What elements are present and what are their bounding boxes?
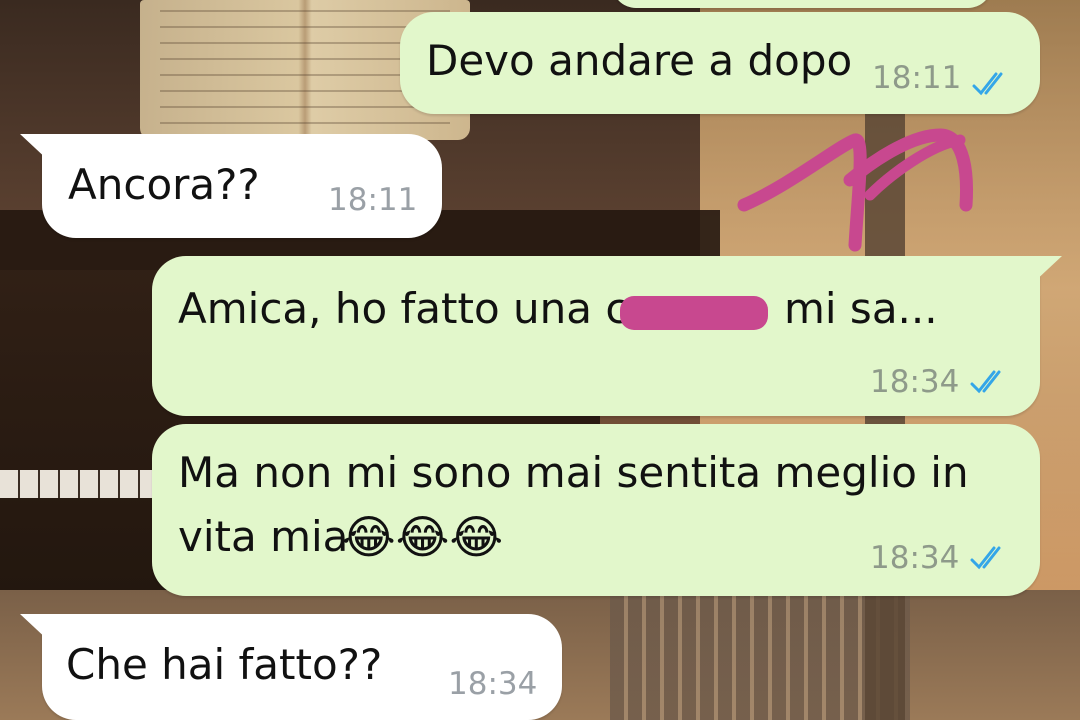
bubble-tail-incoming [20, 614, 50, 642]
message-bubble-incoming[interactable]: Ancora?? 18:11 [42, 134, 442, 238]
message-bubble-outgoing[interactable]: Amica, ho fatto una c mi sa... 18:34 [152, 256, 1040, 416]
chat-screen: Devo andare a dopo 18:11 Ancora?? 18:11 … [0, 0, 1080, 720]
laughing-emoji-icon: 😂😂😂 [342, 510, 504, 564]
redaction-mark [620, 296, 768, 330]
message-bubble-incoming[interactable]: Che hai fatto?? 18:34 [42, 614, 562, 720]
message-time: 18:11 [328, 182, 418, 218]
message-text: Ancora?? [68, 160, 260, 209]
previous-message-bubble[interactable] [612, 0, 992, 8]
message-time: 18:34 [870, 364, 960, 400]
double-check-icon [970, 546, 1001, 570]
bubble-tail-outgoing [1032, 256, 1062, 284]
message-text: Devo andare a dopo [426, 36, 853, 85]
double-check-icon [970, 370, 1001, 394]
message-time: 18:34 [448, 666, 538, 702]
message-text: Amica, ho fatto una c [178, 284, 629, 333]
double-check-icon [972, 72, 1003, 96]
message-bubble-outgoing[interactable]: Ma non mi sono mai sentita meglio in vit… [152, 424, 1040, 596]
bubble-tail-incoming [20, 134, 50, 162]
message-text: Che hai fatto?? [66, 640, 383, 689]
message-text-line2: vita mia [178, 512, 349, 561]
message-text-line1: Ma non mi sono mai sentita meglio in [178, 448, 969, 497]
scribble-annotation [737, 128, 973, 252]
message-time: 18:11 [872, 60, 962, 96]
message-bubble-outgoing[interactable]: Devo andare a dopo 18:11 [400, 12, 1040, 114]
message-text-continued: mi sa... [784, 284, 938, 333]
message-time: 18:34 [870, 540, 960, 576]
